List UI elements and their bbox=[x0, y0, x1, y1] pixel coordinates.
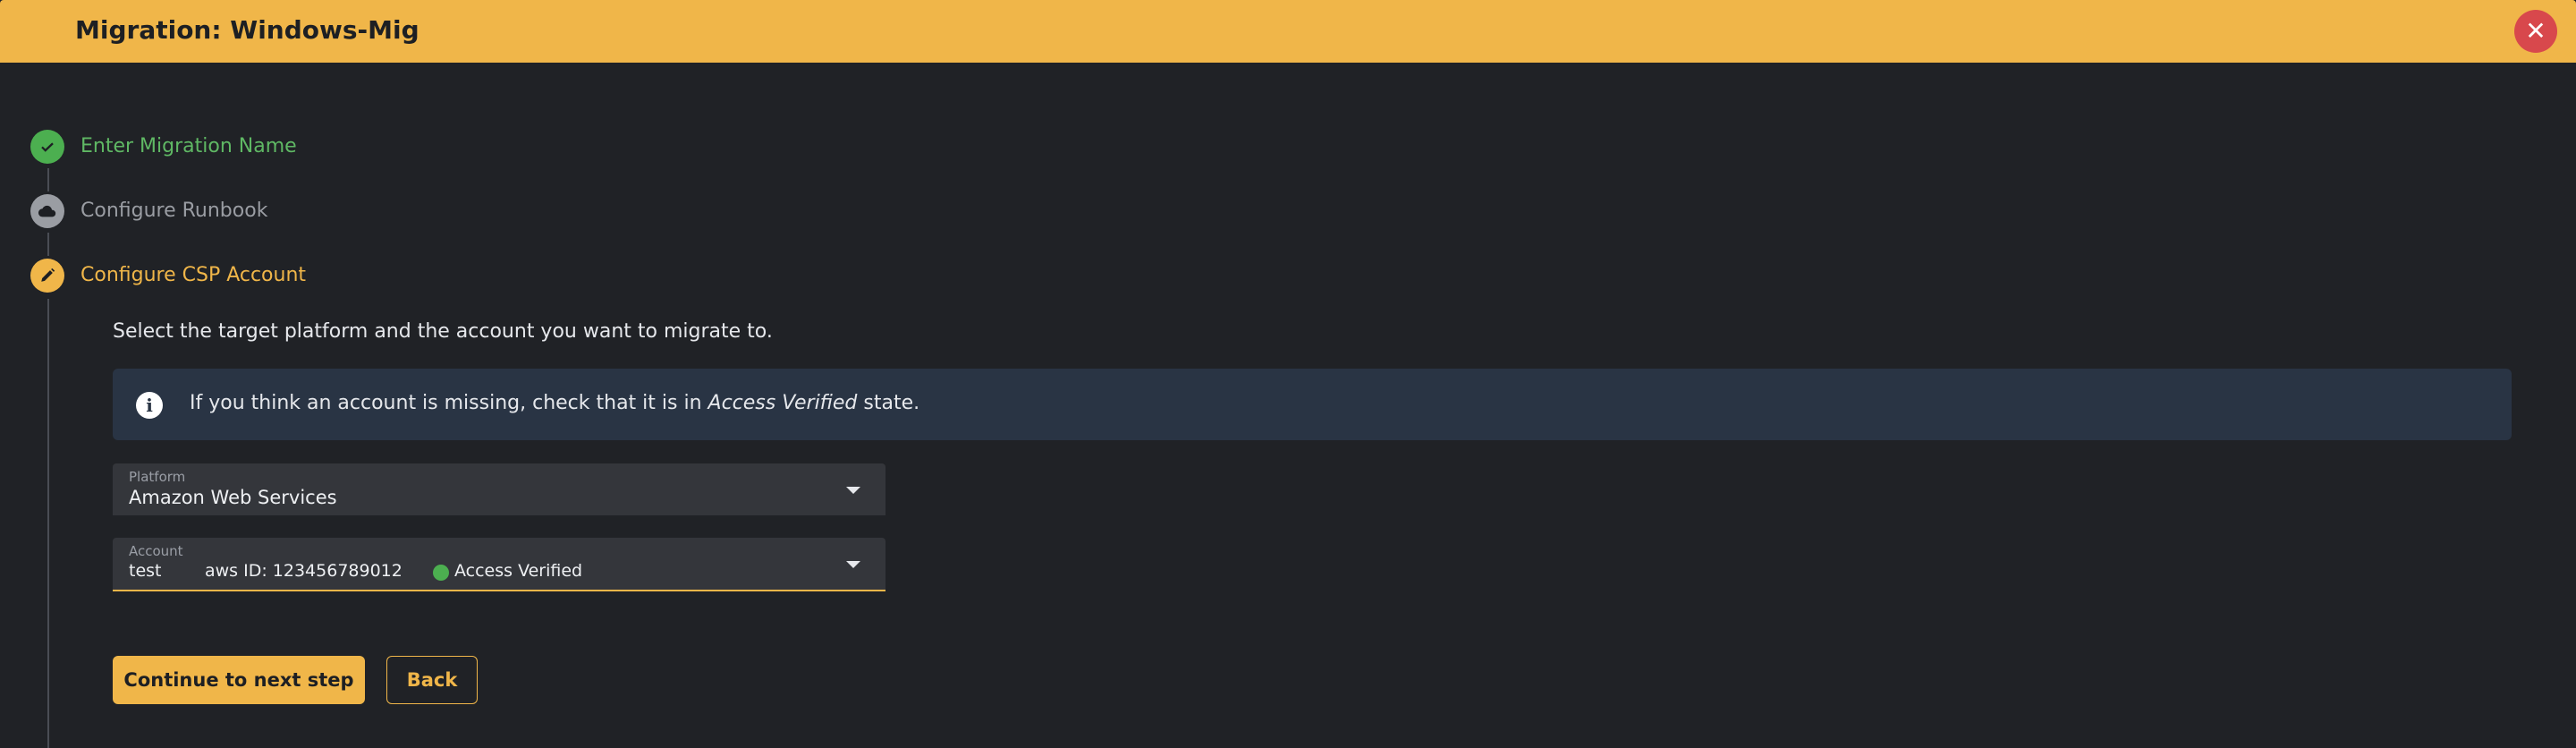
pencil-icon bbox=[30, 259, 64, 293]
info-banner: i If you think an account is missing, ch… bbox=[113, 369, 2512, 440]
chevron-down-icon[interactable] bbox=[846, 487, 860, 494]
platform-value: Amazon Web Services bbox=[129, 487, 337, 508]
dialog-header: Migration: Windows-Mig ✕ bbox=[0, 0, 2576, 63]
close-icon[interactable]: ✕ bbox=[2514, 10, 2557, 53]
continue-button[interactable]: Continue to next step bbox=[113, 656, 365, 704]
platform-select[interactable]: Platform Amazon Web Services bbox=[113, 463, 886, 515]
account-id: aws ID: 123456789012 bbox=[205, 561, 402, 581]
cloud-icon bbox=[30, 194, 64, 228]
info-text: If you think an account is missing, chec… bbox=[190, 392, 920, 414]
info-icon: i bbox=[136, 392, 163, 419]
account-select[interactable]: Account test aws ID: 123456789012 Access… bbox=[113, 538, 886, 591]
step-configure-runbook[interactable]: Configure Runbook bbox=[80, 200, 267, 222]
dialog-title: Migration: Windows-Mig bbox=[75, 15, 419, 45]
back-button[interactable]: Back bbox=[386, 656, 478, 704]
status-dot-icon bbox=[433, 565, 449, 581]
account-name: test bbox=[129, 561, 162, 581]
chevron-down-icon[interactable] bbox=[846, 561, 860, 568]
account-status: Access Verified bbox=[454, 561, 583, 581]
step-connector bbox=[47, 233, 49, 256]
check-icon bbox=[30, 130, 64, 164]
step-enter-migration-name[interactable]: Enter Migration Name bbox=[80, 135, 297, 157]
step-content-line bbox=[47, 299, 49, 748]
step-connector bbox=[47, 168, 49, 191]
account-label: Account bbox=[129, 543, 183, 559]
info-emphasis: Access Verified bbox=[708, 392, 858, 414]
platform-label: Platform bbox=[129, 469, 186, 485]
step-configure-csp-account[interactable]: Configure CSP Account bbox=[80, 264, 306, 286]
step-description: Select the target platform and the accou… bbox=[113, 320, 773, 343]
